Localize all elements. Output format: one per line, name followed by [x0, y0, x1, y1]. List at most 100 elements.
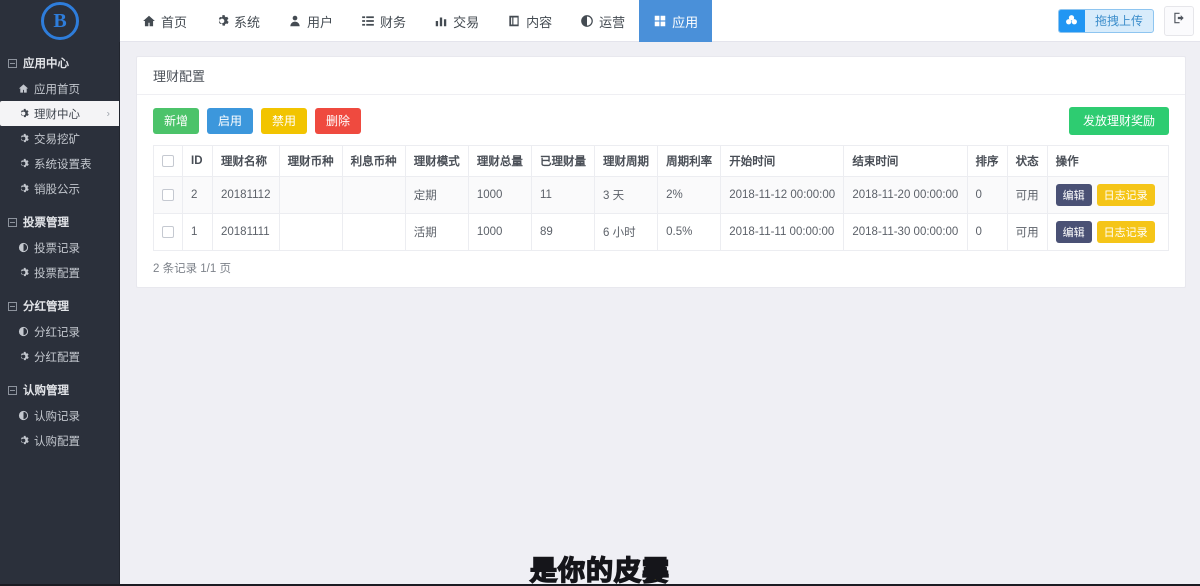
- wealth-config-table: ID理财名称理财币种利息币种理财模式理财总量已理财量理财周期周期利率开始时间结束…: [153, 145, 1169, 251]
- top-nav-item-7[interactable]: 应用: [639, 0, 712, 42]
- user-icon: [288, 14, 302, 28]
- sidebar-item-0-2[interactable]: 交易挖矿: [0, 126, 119, 151]
- collapse-toggle-icon[interactable]: [8, 218, 17, 227]
- sidebar-item-0-4[interactable]: 销股公示: [0, 176, 119, 201]
- cell-start: 2018-11-12 00:00:00: [721, 177, 844, 214]
- column-header-11: 结束时间: [844, 146, 967, 177]
- pagination-info: 2 条记录 1/1 页: [137, 251, 1185, 287]
- sidebar: 应用中心应用首页理财中心› 交易挖矿系统设置表销股公示投票管理投票记录投票配置分红…: [0, 42, 120, 586]
- gear-icon: [215, 14, 229, 28]
- select-all-checkbox[interactable]: [162, 155, 174, 167]
- top-nav-item-label: 系统: [234, 12, 260, 31]
- sidebar-item-0-3[interactable]: 系统设置表: [0, 151, 119, 176]
- sidebar-item-0-0[interactable]: 应用首页: [0, 76, 119, 101]
- cell-sort: 0: [967, 177, 1007, 214]
- cell-status: 可用: [1007, 177, 1047, 214]
- top-nav-item-3[interactable]: 财务: [347, 0, 420, 42]
- add-button[interactable]: 新增: [153, 108, 199, 134]
- top-nav-item-0[interactable]: 首页: [128, 0, 201, 42]
- cell-period: 6 小时: [595, 214, 658, 251]
- sidebar-item-3-1[interactable]: 认购配置: [0, 428, 119, 453]
- cell-sort: 0: [967, 214, 1007, 251]
- column-header-6: 理财总量: [468, 146, 531, 177]
- top-nav-item-label: 运营: [599, 12, 625, 31]
- sidebar-item-label: 分红配置: [34, 349, 80, 365]
- collapse-toggle-icon[interactable]: [8, 302, 17, 311]
- cell-used: 11: [531, 177, 594, 214]
- log-record-button[interactable]: 日志记录: [1097, 184, 1155, 206]
- edit-button[interactable]: 编辑: [1056, 184, 1092, 206]
- sidebar-item-label: 认购配置: [34, 433, 80, 449]
- enable-button[interactable]: 启用: [207, 108, 253, 134]
- sidebar-item-0-1[interactable]: 理财中心›: [0, 101, 119, 126]
- log-record-button[interactable]: 日志记录: [1097, 221, 1155, 243]
- sidebar-item-label: 交易挖矿: [34, 131, 80, 147]
- cell-total: 1000: [468, 214, 531, 251]
- cell-interest_coin: [342, 214, 405, 251]
- table-row[interactable]: 220181112定期1000113 天2%2018-11-12 00:00:0…: [154, 177, 1169, 214]
- sidebar-item-label: 认购记录: [34, 408, 80, 424]
- sidebar-group-3[interactable]: 认购管理: [0, 377, 119, 403]
- sidebar-group-2[interactable]: 分红管理: [0, 293, 119, 319]
- top-nav-item-5[interactable]: 内容: [493, 0, 566, 42]
- row-checkbox[interactable]: [162, 189, 174, 201]
- sidebar-item-label: 系统设置表: [34, 156, 92, 172]
- globe-icon: [18, 326, 29, 337]
- cell-start: 2018-11-11 00:00:00: [721, 214, 844, 251]
- sidebar-group-label: 投票管理: [23, 214, 69, 230]
- collapse-toggle-icon[interactable]: [8, 59, 17, 68]
- logo-icon: B: [41, 2, 79, 40]
- top-bar-actions: 拖拽上传: [1058, 0, 1200, 41]
- grid-icon: [653, 14, 667, 28]
- brand-logo[interactable]: B: [0, 0, 120, 42]
- row-select-cell: [154, 177, 183, 214]
- cell-id: 1: [183, 214, 213, 251]
- drag-upload-button[interactable]: 拖拽上传: [1058, 9, 1154, 33]
- gear-icon: [18, 267, 29, 278]
- globe-icon: [18, 410, 29, 421]
- column-header-8: 理财周期: [595, 146, 658, 177]
- globe-icon: [580, 14, 594, 28]
- top-nav-item-1[interactable]: 系统: [201, 0, 274, 42]
- app-root: B 首页 系统 用户财务 交易内容 运营 应用 拖拽上传 应用中心应用首页理财中心› 交易挖…: [0, 0, 1200, 586]
- top-nav-item-label: 应用: [672, 12, 698, 31]
- top-nav-item-6[interactable]: 运营: [566, 0, 639, 42]
- cell-interest_coin: [342, 177, 405, 214]
- sidebar-item-1-1[interactable]: 投票配置: [0, 260, 119, 285]
- logout-button[interactable]: [1164, 6, 1194, 36]
- cell-status: 可用: [1007, 214, 1047, 251]
- top-nav-item-2[interactable]: 用户: [274, 0, 347, 42]
- top-nav-item-4[interactable]: 交易: [420, 0, 493, 42]
- delete-button[interactable]: 删除: [315, 108, 361, 134]
- column-header-12: 排序: [967, 146, 1007, 177]
- sidebar-group-1[interactable]: 投票管理: [0, 209, 119, 235]
- top-nav-item-label: 交易: [453, 12, 479, 31]
- cloud-upload-icon: [1059, 9, 1085, 33]
- cell-total: 1000: [468, 177, 531, 214]
- sidebar-item-3-0[interactable]: 认购记录: [0, 403, 119, 428]
- gear-icon: [18, 133, 29, 144]
- collapse-toggle-icon[interactable]: [8, 386, 17, 395]
- cell-mode: 活期: [405, 214, 468, 251]
- logout-icon: [1172, 11, 1186, 30]
- sidebar-group-label: 认购管理: [23, 382, 69, 398]
- edit-button[interactable]: 编辑: [1056, 221, 1092, 243]
- top-nav-item-label: 用户: [307, 12, 333, 31]
- cell-actions: 编辑日志记录: [1047, 214, 1168, 251]
- column-header-2: 理财名称: [213, 146, 280, 177]
- cell-name: 20181111: [213, 214, 280, 251]
- table-row[interactable]: 120181111活期1000896 小时0.5%2018-11-11 00:0…: [154, 214, 1169, 251]
- sidebar-item-1-0[interactable]: 投票记录: [0, 235, 119, 260]
- column-header-14: 操作: [1047, 146, 1168, 177]
- disable-button[interactable]: 禁用: [261, 108, 307, 134]
- issue-reward-button[interactable]: 发放理财奖励: [1069, 107, 1169, 135]
- sidebar-item-label: 销股公示: [34, 181, 80, 197]
- sidebar-group-0[interactable]: 应用中心: [0, 50, 119, 76]
- column-header-9: 周期利率: [658, 146, 721, 177]
- sidebar-item-2-1[interactable]: 分红配置: [0, 344, 119, 369]
- row-checkbox[interactable]: [162, 226, 174, 238]
- top-nav-items: 首页 系统 用户财务 交易内容 运营 应用: [120, 0, 1058, 42]
- sidebar-item-2-0[interactable]: 分红记录: [0, 319, 119, 344]
- sidebar-item-label: 分红记录: [34, 324, 80, 340]
- table-header: ID理财名称理财币种利息币种理财模式理财总量已理财量理财周期周期利率开始时间结束…: [154, 146, 1169, 177]
